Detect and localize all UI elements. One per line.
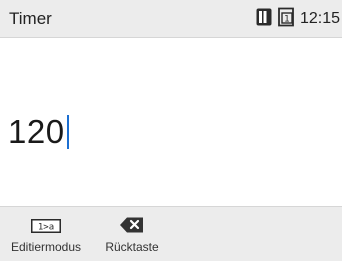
edit-mode-label: Editiermodus [10,240,82,254]
status-bar: Timer 1 12:15 [0,0,342,38]
timer-input-area[interactable]: 120 [0,38,342,206]
timer-value: 120 [8,113,65,150]
input-mode-icon: 1>a [31,219,61,238]
clock: 12:15 [299,10,340,27]
input-mode-text: 1>a [38,222,54,232]
status-indicators: 1 12:15 [256,7,340,32]
backspace-button[interactable]: Rücktaste [96,207,168,262]
sim-number: 1 [284,14,290,24]
sim-card-icon: 1 [276,7,296,32]
softkey-bar: 1>a Editiermodus Rücktaste [0,206,342,261]
edit-mode-button[interactable]: 1>a Editiermodus [0,207,92,262]
timer-value-field[interactable]: 120 [8,112,69,152]
backspace-label: Rücktaste [105,240,159,254]
battery-icon [256,8,272,31]
text-caret [66,115,69,149]
backspace-icon [119,216,145,239]
page-title: Timer [9,9,52,28]
